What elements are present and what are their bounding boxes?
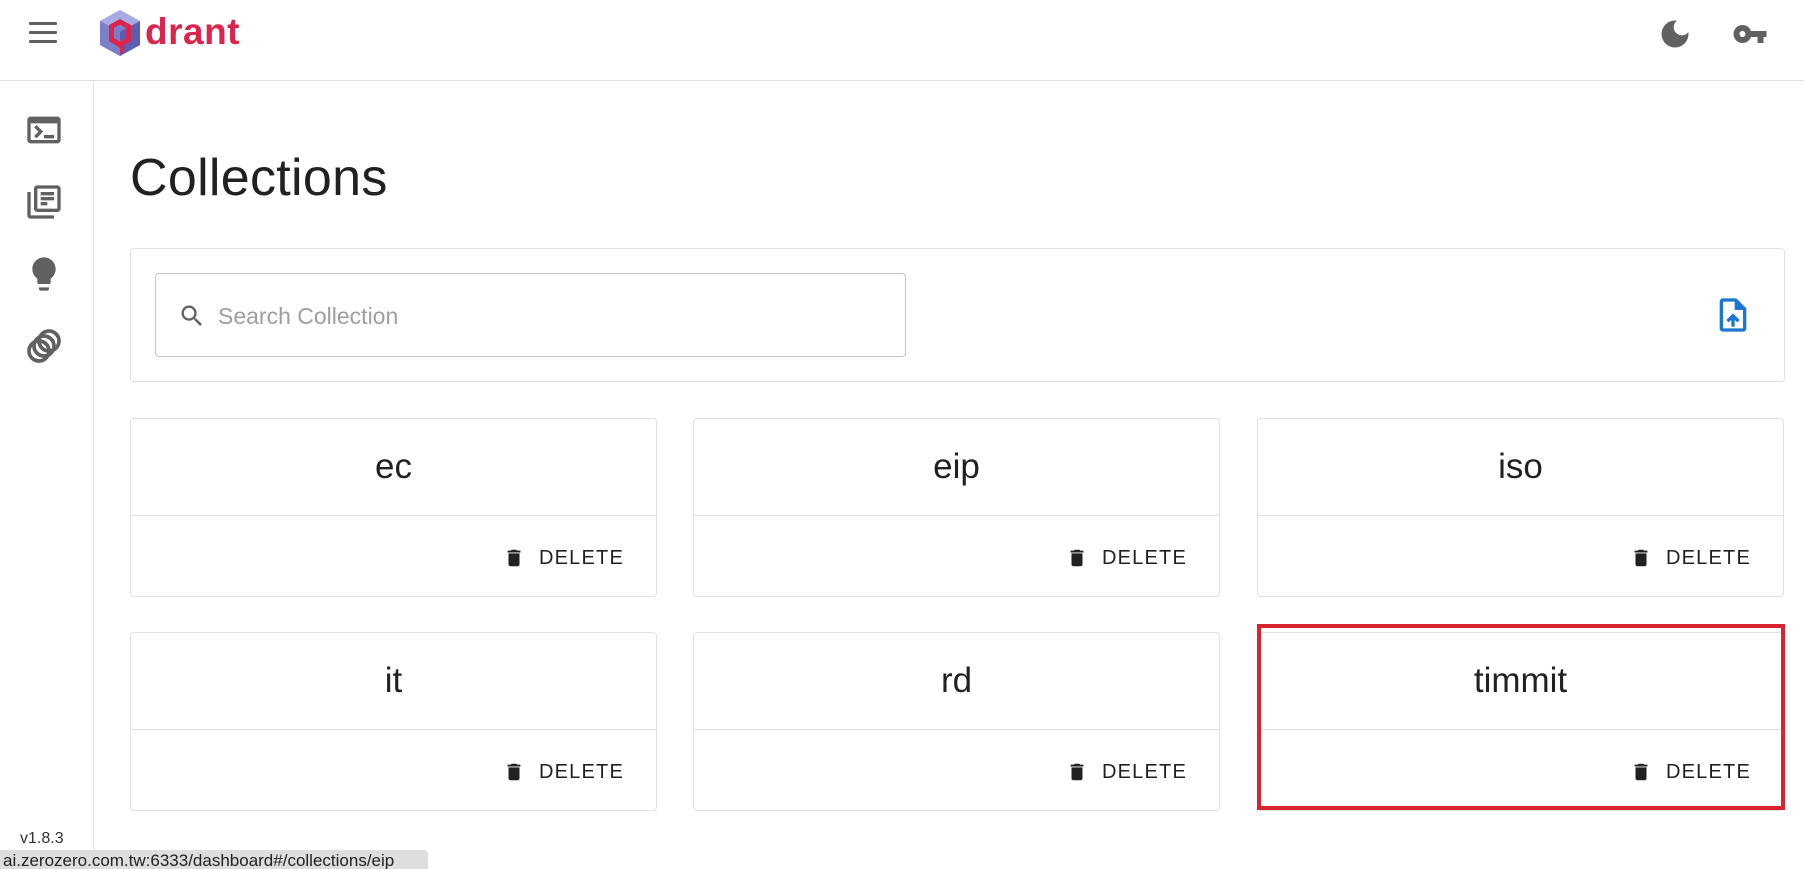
- collection-name[interactable]: ec: [131, 419, 656, 516]
- card-actions: DELETE: [694, 516, 1219, 596]
- collections-library-icon: [27, 185, 61, 219]
- qdrant-logo[interactable]: drant: [97, 8, 240, 58]
- card-actions: DELETE: [131, 516, 656, 596]
- trash-icon: [507, 549, 521, 567]
- search-field[interactable]: [155, 273, 906, 357]
- delete-collection-button[interactable]: DELETE: [1630, 754, 1751, 790]
- delete-label: DELETE: [1665, 546, 1751, 569]
- sidebar: [0, 82, 94, 869]
- upload-snapshot-icon: [1719, 298, 1747, 332]
- trash-icon: [1070, 549, 1084, 567]
- trash-icon: [1634, 763, 1648, 781]
- collection-card[interactable]: timmit DELETE: [1257, 632, 1784, 811]
- trash-icon: [507, 763, 521, 781]
- trash-icon: [1634, 549, 1648, 567]
- page-title: Collections: [130, 149, 388, 207]
- collection-name[interactable]: timmit: [1258, 633, 1783, 730]
- card-actions: DELETE: [1258, 516, 1783, 596]
- delete-label: DELETE: [538, 546, 624, 569]
- collection-name[interactable]: rd: [694, 633, 1219, 730]
- delete-collection-button[interactable]: DELETE: [1066, 540, 1187, 576]
- theme-toggle-button[interactable]: [1657, 16, 1693, 52]
- collection-card[interactable]: ec DELETE: [130, 418, 657, 597]
- collection-card[interactable]: eip DELETE: [693, 418, 1220, 597]
- menu-icon[interactable]: [24, 18, 64, 48]
- app-bar: drant: [0, 0, 1804, 81]
- collection-name[interactable]: it: [131, 633, 656, 730]
- logo-text: drant: [145, 11, 240, 52]
- collection-card[interactable]: iso DELETE: [1257, 418, 1784, 597]
- card-actions: DELETE: [1258, 730, 1783, 810]
- card-actions: DELETE: [131, 730, 656, 810]
- datasets-icon: [27, 329, 61, 363]
- search-icon: [181, 305, 202, 326]
- version-label: v1.8.3: [20, 830, 64, 847]
- trash-icon: [1070, 763, 1084, 781]
- api-key-button[interactable]: [1730, 16, 1770, 52]
- delete-collection-button[interactable]: DELETE: [1630, 540, 1751, 576]
- collection-card[interactable]: it DELETE: [130, 632, 657, 811]
- delete-label: DELETE: [538, 760, 624, 783]
- qdrant-logo-icon: [100, 10, 140, 56]
- collection-name[interactable]: iso: [1258, 419, 1783, 516]
- dark-mode-moon-icon: [1661, 20, 1689, 48]
- delete-collection-button[interactable]: DELETE: [503, 754, 624, 790]
- console-icon: [27, 116, 61, 144]
- status-bar-url: ai.zerozero.com.tw:6333/dashboard#/colle…: [0, 850, 428, 869]
- sidebar-item-console[interactable]: [24, 110, 64, 150]
- delete-collection-button[interactable]: DELETE: [503, 540, 624, 576]
- card-actions: DELETE: [694, 730, 1219, 810]
- sidebar-item-datasets[interactable]: [24, 326, 64, 366]
- delete-label: DELETE: [1101, 546, 1187, 569]
- delete-label: DELETE: [1665, 760, 1751, 783]
- delete-collection-button[interactable]: DELETE: [1066, 754, 1187, 790]
- collection-name[interactable]: eip: [694, 419, 1219, 516]
- sidebar-item-tutorial[interactable]: [24, 254, 64, 294]
- api-key-icon: [1733, 25, 1767, 43]
- sidebar-item-collections[interactable]: [24, 182, 64, 222]
- tutorial-lightbulb-icon: [32, 257, 56, 291]
- delete-label: DELETE: [1101, 760, 1187, 783]
- search-input[interactable]: [218, 294, 878, 338]
- search-toolbar: [130, 248, 1785, 382]
- upload-snapshot-button[interactable]: [1713, 295, 1753, 335]
- collection-card[interactable]: rd DELETE: [693, 632, 1220, 811]
